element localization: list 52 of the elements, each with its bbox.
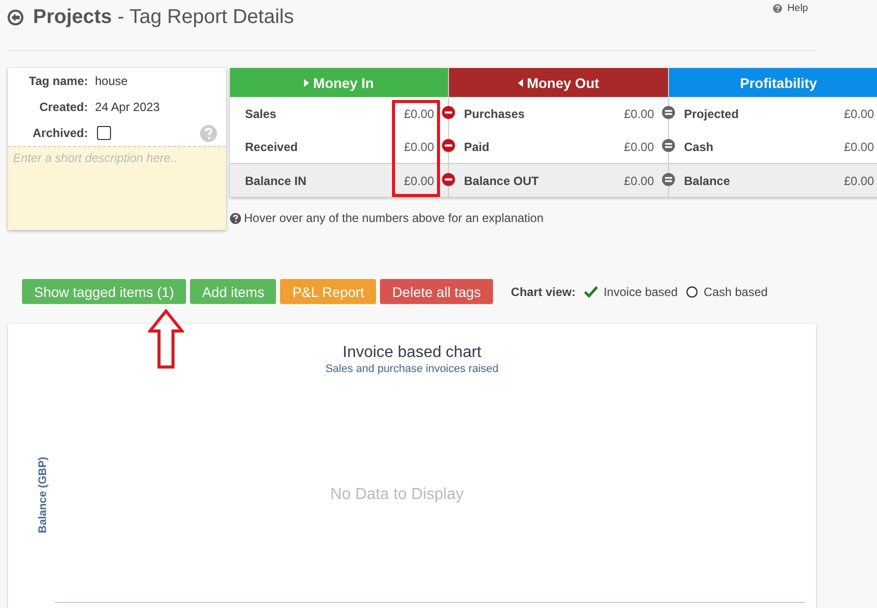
amount-value[interactable]: £0.00 <box>624 140 654 154</box>
archived-checkbox[interactable] <box>97 126 111 140</box>
column-header: Profitability <box>669 68 877 97</box>
row-label: Received <box>245 140 298 154</box>
field-label: Tag name: <box>28 74 88 88</box>
help-icon <box>773 4 782 13</box>
chart-title: Invoice based chart <box>342 343 482 362</box>
row-label: Sales <box>245 106 276 120</box>
help-icon <box>230 212 241 224</box>
axis-label: Balance (GBP) <box>37 456 49 534</box>
equals-icon <box>662 139 675 152</box>
amount-value[interactable]: £0.00 <box>404 174 434 188</box>
equals-icon <box>662 106 675 119</box>
up-arrow-icon <box>148 309 184 369</box>
chart-view-option[interactable]: Invoice based <box>584 284 678 298</box>
field-value: 24 Apr 2023 <box>95 100 160 114</box>
help-link[interactable]: Help <box>773 3 808 14</box>
minus-icon <box>442 139 455 152</box>
amount-value[interactable]: £0.00 <box>624 106 654 120</box>
column-header: Money In <box>230 68 448 97</box>
field-label: Created: <box>38 100 88 114</box>
back-icon[interactable] <box>7 8 24 26</box>
chart-view-label: Chart view: <box>510 284 576 298</box>
chart-view-option[interactable]: Cash based <box>686 284 768 298</box>
chart-subtitle: Sales and purchase invoices raised <box>325 363 499 375</box>
row-label: Paid <box>464 140 490 154</box>
row-label: Projected <box>684 106 739 120</box>
amount-value[interactable]: £0.00 <box>844 106 874 120</box>
row-label: Balance <box>684 174 730 188</box>
hint-text: Hover over any of the numbers above for an explanation <box>244 211 544 225</box>
minus-icon <box>442 173 455 186</box>
row-label: Balance IN <box>245 174 306 188</box>
row-label: Cash <box>684 140 714 154</box>
check-icon <box>584 286 598 298</box>
empty-message: No Data to Display <box>329 485 465 505</box>
minus-icon <box>442 106 455 119</box>
amount-value[interactable]: £0.00 <box>404 140 434 154</box>
field-label: Archived: <box>32 126 88 140</box>
caret-icon <box>304 78 310 86</box>
column-header: Money Out <box>449 68 668 97</box>
field-value: house <box>95 74 128 88</box>
row-label: Balance OUT <box>464 174 539 188</box>
description-field[interactable]: Enter a short description here.. <box>8 146 226 230</box>
amount-value[interactable]: £0.00 <box>624 174 654 188</box>
action-button[interactable]: Delete all tags <box>380 279 493 304</box>
amount-value[interactable]: £0.00 <box>404 106 434 120</box>
caret-icon <box>518 78 523 86</box>
amount-value[interactable]: £0.00 <box>844 140 874 154</box>
radio-icon <box>686 286 698 298</box>
page-title: Projects - Tag Report Details <box>33 6 294 28</box>
row-label: Purchases <box>464 106 525 120</box>
amount-value[interactable]: £0.00 <box>844 174 874 188</box>
